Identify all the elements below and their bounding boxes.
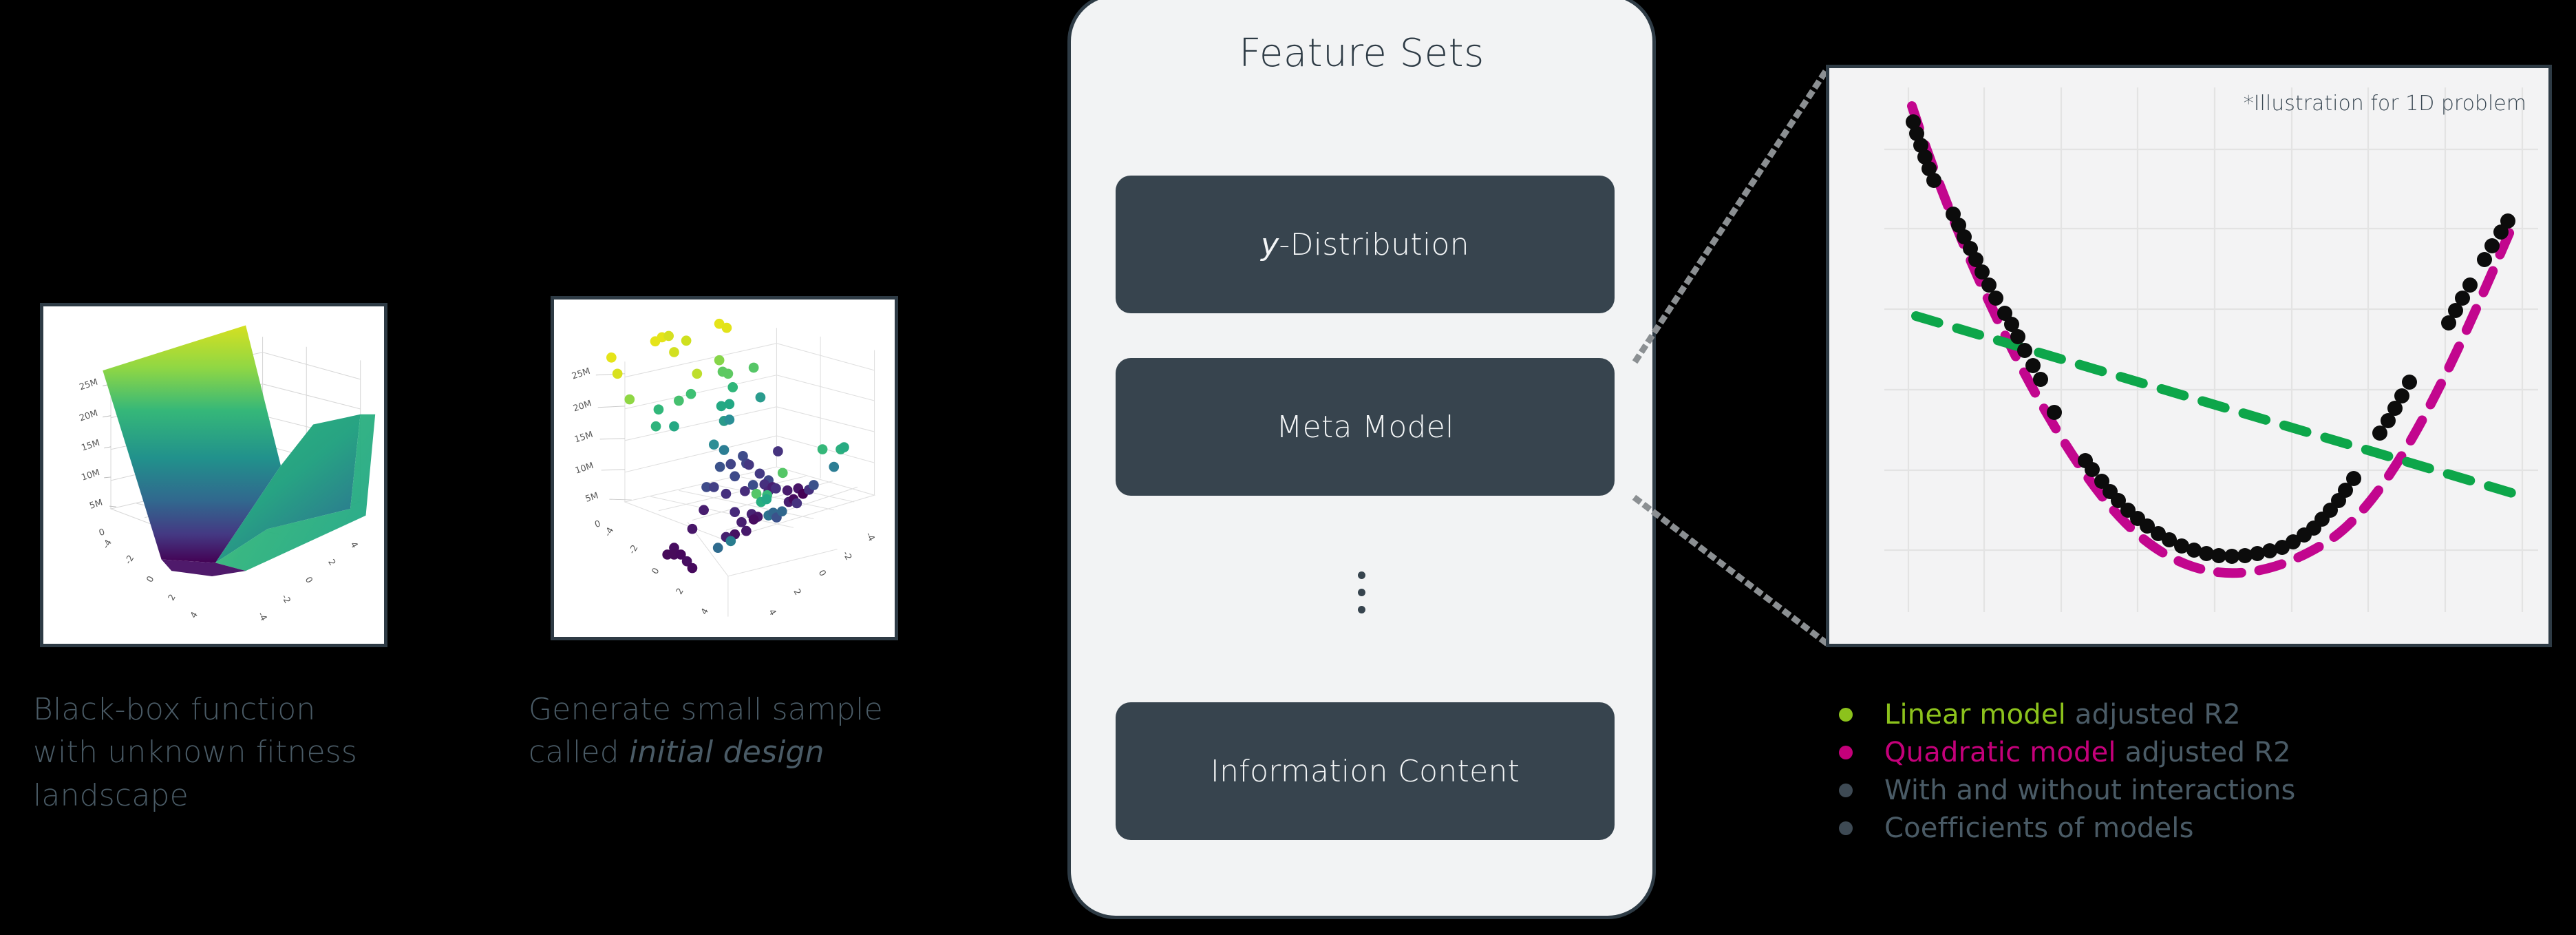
svg-text:-2: -2 — [123, 554, 136, 567]
caption-line: with unknown fitness — [33, 735, 358, 770]
vertical-ellipsis-icon — [1071, 571, 1652, 613]
svg-text:15M: 15M — [573, 430, 595, 445]
legend-row: Linear model adjusted R2 — [1839, 695, 2296, 733]
chart-note-label: *Illustration for 1D problem — [2243, 92, 2526, 116]
svg-text:-4: -4 — [603, 525, 616, 538]
scatter-plot-svg: 25M 20M 15M 10M 5M 0 -4 -2 0 2 4 -4 -2 0… — [571, 318, 877, 618]
svg-text:10M: 10M — [574, 461, 595, 476]
svg-text:-2: -2 — [627, 543, 640, 556]
caption-line: Black-box function — [33, 692, 316, 727]
slide-canvas: 25M 20M 15M 10M 5M 0 -4 -2 0 2 4 4 2 0 -… — [0, 0, 2576, 935]
connector-bottom — [1632, 494, 1832, 649]
detail-chart-svg — [1829, 68, 2548, 644]
svg-text:4: 4 — [766, 607, 778, 618]
svg-text:15M: 15M — [80, 438, 101, 454]
svg-text:2: 2 — [791, 587, 802, 598]
legend-bullet-icon — [1839, 707, 1853, 722]
svg-text:0: 0 — [145, 574, 156, 585]
feature-box-meta-model[interactable]: Meta Model — [1116, 358, 1615, 496]
scatter-plot-caption: Generate small sample called initial des… — [529, 689, 997, 775]
svg-text:10M: 10M — [80, 468, 101, 483]
surface-plot-caption: Black-box function with unknown fitness … — [33, 689, 446, 817]
surface-mesh — [103, 325, 376, 576]
scatter-plot-panel: 25M 20M 15M 10M 5M 0 -4 -2 0 2 4 -4 -2 0… — [551, 296, 898, 640]
legend-row: With and without interactions — [1839, 771, 2296, 809]
feature-box-information-content[interactable]: Information Content — [1116, 702, 1615, 840]
legend-row: Quadratic model adjusted R2 — [1839, 733, 2296, 771]
legend-text: With and without interactions — [1884, 774, 2296, 806]
surface-plot-svg: 25M 20M 15M 10M 5M 0 -4 -2 0 2 4 4 2 0 -… — [78, 325, 376, 623]
svg-text:5M: 5M — [584, 491, 600, 505]
svg-text:-2: -2 — [840, 549, 853, 563]
svg-text:0: 0 — [816, 568, 828, 578]
svg-text:-4: -4 — [101, 538, 114, 551]
svg-text:5M: 5M — [88, 498, 104, 512]
svg-text:0: 0 — [303, 575, 315, 585]
legend-text: adjusted R2 — [2116, 736, 2291, 768]
surface-plot-panel: 25M 20M 15M 10M 5M 0 -4 -2 0 2 4 4 2 0 -… — [40, 303, 387, 647]
svg-text:2: 2 — [674, 587, 686, 597]
feature-box-label-italic: y — [1261, 227, 1279, 262]
feature-box-label: -Distribution — [1279, 227, 1469, 262]
svg-text:0: 0 — [98, 527, 106, 538]
svg-text:4: 4 — [699, 607, 711, 617]
detail-chart-legend: Linear model adjusted R2 Quadratic model… — [1839, 695, 2296, 847]
legend-text: adjusted R2 — [2065, 698, 2241, 731]
svg-text:-4: -4 — [863, 531, 876, 544]
svg-text:25M: 25M — [78, 377, 100, 393]
detail-chart-panel: *Illustration for 1D problem — [1826, 65, 2552, 647]
svg-text:25M: 25M — [571, 366, 592, 382]
svg-text:4: 4 — [189, 610, 200, 620]
legend-bullet-icon — [1839, 745, 1853, 759]
feature-box-label: Information Content — [1210, 753, 1520, 789]
caption-line: Generate small sample — [529, 692, 883, 727]
scatter-xy-ticks: -4 -2 0 2 4 -4 -2 0 2 4 — [603, 525, 877, 617]
feature-box-y-distribution[interactable]: y -Distribution — [1116, 176, 1615, 313]
caption-line: landscape — [33, 777, 189, 813]
legend-text: Coefficients of models — [1884, 812, 2194, 844]
svg-text:0: 0 — [593, 518, 602, 530]
feature-box-label: Meta Model — [1276, 409, 1454, 445]
caption-line: called initial design — [529, 731, 997, 774]
svg-text:2: 2 — [326, 558, 337, 568]
legend-bullet-icon — [1839, 783, 1853, 797]
scatter-grid — [624, 328, 876, 617]
svg-text:4: 4 — [348, 540, 359, 550]
svg-text:2: 2 — [167, 593, 178, 603]
legend-emphasis: Linear model — [1884, 698, 2066, 731]
legend-emphasis: Quadratic model — [1884, 736, 2116, 768]
svg-text:0: 0 — [650, 566, 661, 576]
feature-sets-panel: Feature Sets y -Distribution Meta Model I… — [1067, 0, 1656, 919]
svg-text:20M: 20M — [78, 408, 100, 424]
svg-text:-4: -4 — [255, 610, 268, 623]
caption-italic-term: initial design — [629, 735, 824, 770]
feature-sets-title: Feature Sets — [1239, 31, 1484, 76]
svg-text:20M: 20M — [572, 399, 593, 414]
caption-text: called — [529, 735, 629, 770]
svg-text:-2: -2 — [279, 593, 292, 606]
scatter-z-ticks: 25M 20M 15M 10M 5M 0 — [571, 366, 632, 530]
legend-row: Coefficients of models — [1839, 809, 2296, 847]
legend-bullet-icon — [1839, 821, 1853, 835]
connector-top — [1632, 64, 1832, 364]
